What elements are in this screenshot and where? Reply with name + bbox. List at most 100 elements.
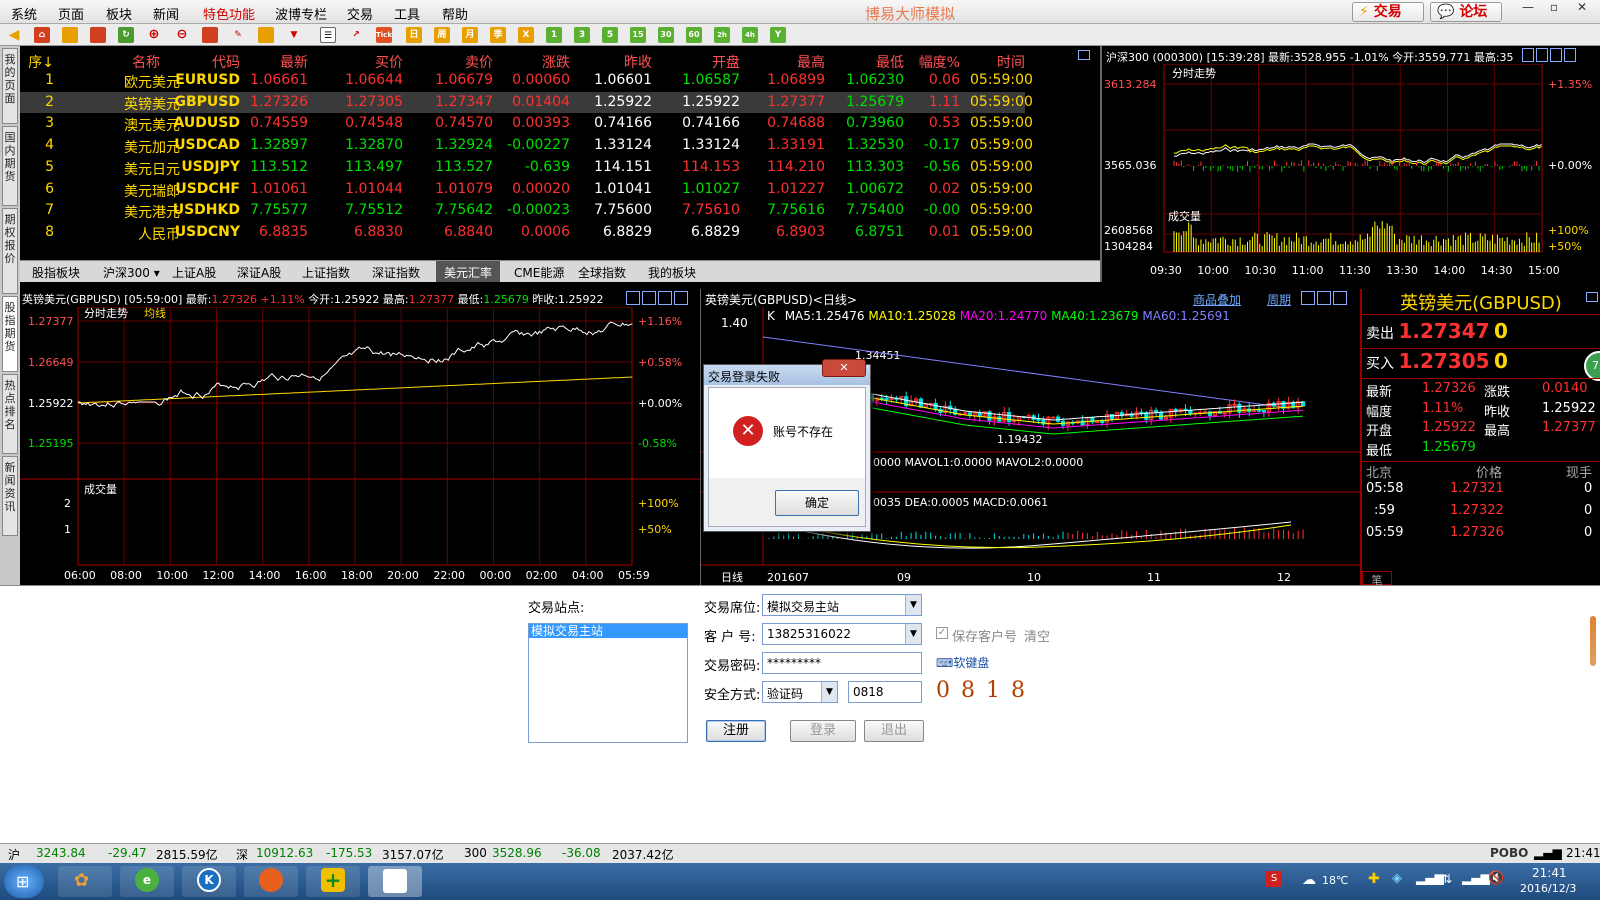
quote-row[interactable]: 1 欧元美元 EURUSD 1.06661 1.06644 1.06679 0.00060 1…: [20, 70, 1033, 91]
side-tab-news[interactable]: 新闻资讯: [2, 456, 18, 536]
tab-sh-index[interactable]: 上证指数: [302, 264, 350, 281]
chevron-down-icon[interactable]: ▼: [821, 682, 837, 702]
prev-icon[interactable]: [1522, 48, 1534, 62]
home-icon[interactable]: ⌂: [34, 27, 50, 43]
side-tab-hot-rank[interactable]: 热点排名: [2, 374, 18, 454]
menu-sector[interactable]: 板块: [106, 4, 132, 23]
period-1min-icon[interactable]: 1: [546, 27, 562, 43]
dialog-close-button[interactable]: ✕: [822, 359, 866, 377]
maximize-icon[interactable]: [1564, 48, 1576, 62]
taskbar-app-ie[interactable]: e: [120, 866, 174, 897]
quote-table-icon[interactable]: ☰: [320, 27, 336, 43]
period-30min-icon[interactable]: 30: [658, 27, 674, 43]
tab-usd-fx[interactable]: 美元汇率: [436, 261, 501, 282]
split-icon[interactable]: [658, 291, 672, 305]
clear-link[interactable]: 清空: [1024, 626, 1050, 645]
filter-icon[interactable]: ▼: [286, 27, 302, 43]
col-change[interactable]: 涨跌: [490, 52, 570, 72]
quote-row[interactable]: 8 人民币 USDCNY 6.8835 6.8830 6.8840 0.0006 6.8829…: [20, 222, 1033, 243]
trade-button[interactable]: ⚡ 交易: [1352, 2, 1424, 22]
tray-signal-icon[interactable]: ▂▄▆: [1462, 871, 1490, 885]
quote-row[interactable]: 3 澳元美元 AUDUSD 0.74559 0.74548 0.74570 0.00393 0…: [20, 113, 1033, 134]
taskbar-app-pinwheel[interactable]: ✿: [58, 866, 112, 897]
menu-system[interactable]: 系统: [11, 4, 37, 23]
tray-network-icon[interactable]: ▂▄▆: [1416, 871, 1444, 885]
overlay-link[interactable]: 商品叠加: [1193, 291, 1241, 308]
chart-line-icon[interactable]: ↗: [348, 27, 364, 43]
side-tab-index-futures[interactable]: 股指期货: [2, 296, 18, 372]
tray-plus-icon[interactable]: ✚: [1368, 871, 1380, 887]
col-name[interactable]: 名称: [60, 52, 160, 72]
col-time[interactable]: 时间: [970, 52, 1025, 72]
window-icon[interactable]: [202, 27, 218, 43]
register-button[interactable]: 注册: [706, 720, 766, 742]
tab-my-sector[interactable]: 我的板块: [648, 264, 696, 281]
pen-icon[interactable]: ✎: [230, 27, 246, 43]
taskbar-app-plus[interactable]: +: [306, 866, 360, 897]
tab-sz-a[interactable]: 深证A股: [237, 264, 281, 281]
tab-sh-a[interactable]: 上证A股: [172, 264, 216, 281]
col-ask[interactable]: 卖价: [410, 52, 493, 72]
seat-select[interactable]: 模拟交易主站 ▼: [762, 594, 922, 616]
quote-row[interactable]: 4 美元加元 USDCAD 1.32897 1.32870 1.32924 -0.00227…: [20, 135, 1033, 156]
menu-page[interactable]: 页面: [58, 4, 84, 23]
taskbar-app-bobo[interactable]: [368, 866, 422, 897]
tab-sz-index[interactable]: 深证指数: [372, 264, 420, 281]
menu-news[interactable]: 新闻: [153, 4, 179, 23]
refresh-icon[interactable]: ↻: [118, 27, 134, 43]
tick-tab[interactable]: 笔: [1362, 571, 1392, 587]
close-button[interactable]: ✕: [1570, 0, 1594, 18]
period-2h-icon[interactable]: 2h: [714, 27, 730, 43]
prev-icon[interactable]: [1301, 291, 1315, 305]
period-5min-icon[interactable]: 5: [602, 27, 618, 43]
quote-row[interactable]: 7 美元港元 USDHKD 7.75577 7.75512 7.75642 -0.00023…: [20, 200, 1033, 221]
side-tab-options[interactable]: 期权报价: [2, 208, 18, 294]
menu-special[interactable]: 特色功能: [203, 4, 255, 23]
period-week-icon[interactable]: 周: [434, 27, 450, 43]
zoom-in-icon[interactable]: ⊕: [146, 27, 162, 43]
col-last[interactable]: 最新: [230, 52, 308, 72]
save-client-checkbox[interactable]: ✓: [936, 627, 948, 639]
maximize-panel-icon[interactable]: [1078, 50, 1090, 60]
news-icon[interactable]: [90, 27, 106, 43]
menu-help[interactable]: 帮助: [442, 4, 468, 23]
login-button[interactable]: 登录: [790, 720, 856, 742]
period-60min-icon[interactable]: 60: [686, 27, 702, 43]
forum-button[interactable]: 💬 论坛: [1430, 2, 1502, 22]
split-icon[interactable]: [1333, 291, 1347, 305]
quote-row[interactable]: 6 美元瑞郎 USDCHF 1.01061 1.01044 1.01079 0.00020 1…: [20, 179, 1033, 200]
back-arrow-icon[interactable]: ◀: [6, 27, 22, 43]
tray-shield-icon[interactable]: ◈: [1392, 871, 1402, 886]
maximize-icon[interactable]: [674, 291, 688, 305]
taskbar-app-orange[interactable]: [244, 866, 298, 897]
col-code[interactable]: 代码: [162, 52, 240, 72]
period-link[interactable]: 周期: [1267, 291, 1291, 308]
period-15min-icon[interactable]: 15: [630, 27, 646, 43]
maximize-icon[interactable]: [1586, 292, 1598, 302]
period-year-icon[interactable]: X: [518, 27, 534, 43]
tab-cme-energy[interactable]: CME能源: [514, 264, 564, 281]
security-select[interactable]: 验证码 ▼: [762, 681, 838, 703]
tab-index-sector[interactable]: 股指板块: [32, 264, 80, 281]
station-list[interactable]: 模拟交易主站: [528, 623, 688, 743]
chevron-down-icon[interactable]: ▼: [905, 595, 921, 615]
col-high[interactable]: 最高: [740, 52, 825, 72]
tray-mute-icon[interactable]: 🔇: [1488, 871, 1504, 886]
tray-arrow-icon[interactable]: ⇅: [1442, 872, 1452, 886]
menu-tools[interactable]: 工具: [394, 4, 420, 23]
client-select[interactable]: 13825316022 ▼: [762, 623, 922, 645]
tab-global-index[interactable]: 全球指数: [578, 264, 626, 281]
alert-icon[interactable]: [258, 27, 274, 43]
period-month-icon[interactable]: 月: [462, 27, 478, 43]
captcha-input[interactable]: [848, 681, 922, 703]
menu-trade[interactable]: 交易: [347, 4, 373, 23]
zoom-out-icon[interactable]: ⊖: [174, 27, 190, 43]
dialog-ok-button[interactable]: 确定: [775, 490, 859, 516]
tab-hs300[interactable]: 沪深300 ▾: [103, 264, 160, 281]
period-4h-icon[interactable]: 4h: [742, 27, 758, 43]
period-3min-icon[interactable]: 3: [574, 27, 590, 43]
next-icon[interactable]: [1317, 291, 1331, 305]
scrollbar-thumb[interactable]: [1590, 616, 1596, 666]
exit-button[interactable]: 退出: [864, 720, 924, 742]
taskbar-app-k[interactable]: K: [182, 866, 236, 897]
